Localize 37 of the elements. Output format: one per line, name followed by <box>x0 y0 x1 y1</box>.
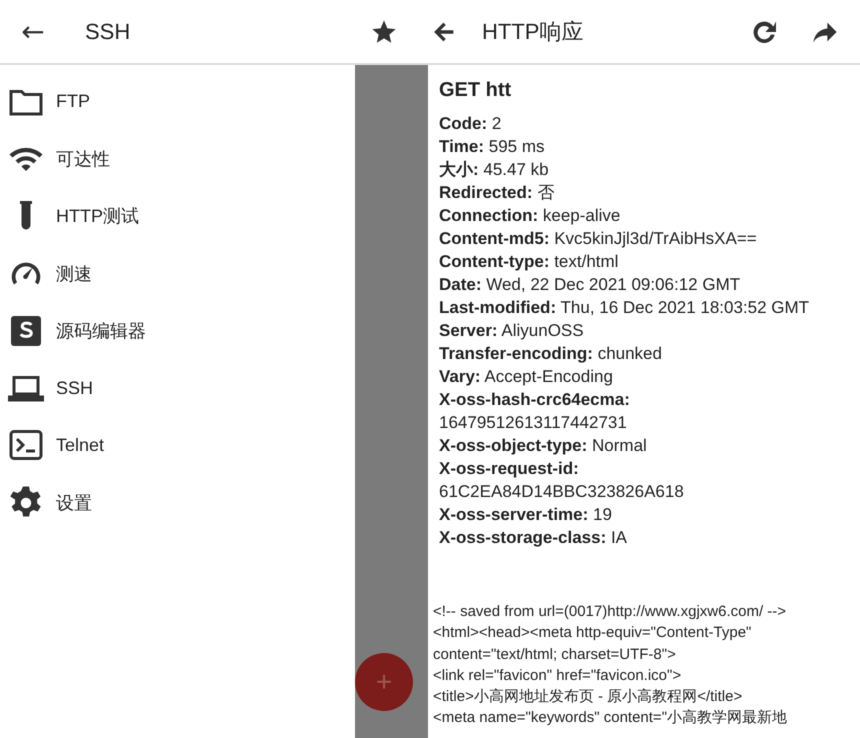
header-line: Time: 595 ms <box>439 136 546 158</box>
menu-item[interactable]: Telnet <box>0 416 355 474</box>
header-line: Last-modified: Thu, 16 Dec 2021 18:03:52 GMT <box>439 297 810 319</box>
header-line: X-oss-object-type: Normal <box>439 435 648 457</box>
header-line: X-oss-server-time: 19 <box>439 504 613 526</box>
menu-item[interactable]: 设置 <box>0 474 355 532</box>
header-line: Connection: keep-alive <box>439 205 622 227</box>
menu-item[interactable]: 可达性 <box>0 130 355 188</box>
header-line: X-oss-storage-class: IA <box>439 527 628 549</box>
screen-title: HTTP响应 <box>482 18 584 46</box>
menu-item[interactable]: SSH <box>0 359 355 417</box>
header-line: 61C2EA84D14BBC323826A618 <box>439 481 685 503</box>
source-line: <title>小高网地址发布页 - 原小高教程网</title> <box>433 687 744 708</box>
source-line: <meta name="keywords" content="小高教学网最新地 <box>433 708 788 728</box>
menu-item[interactable]: FTP <box>0 73 355 130</box>
menu-item[interactable]: 测速 <box>0 244 355 302</box>
source-line: <!-- saved from url=(0017)http://www.xgjxw6.com/ --> <box>433 602 788 622</box>
header-line: 16479512613117442731 <box>439 412 628 434</box>
header-line: Redirected: 否 <box>439 182 556 204</box>
menu-item[interactable]: HTTP测试 <box>0 188 355 245</box>
back-button[interactable]: ← <box>18 15 48 48</box>
header-line: X-oss-request-id: <box>439 458 580 480</box>
header-line: Date: Wed, 22 Dec 2021 09:06:12 GMT <box>439 274 742 296</box>
header-line: Vary: Accept-Encoding <box>439 366 614 388</box>
menu-item[interactable]: 源码编辑器 <box>0 302 355 360</box>
header-line: Transfer-encoding: chunked <box>439 343 663 365</box>
header-line: Content-md5: Kvc5kinJjl3d/TrAibHsXA== <box>439 228 758 250</box>
drawer-title: SSH <box>85 18 130 44</box>
header-line: 大小: 45.47 kb <box>439 159 550 181</box>
header-line: Content-type: text/html <box>439 251 620 273</box>
header-line: Server: AliyunOSS <box>439 320 585 342</box>
header-line: Code: 2 <box>439 113 502 135</box>
source-line: <link rel="favicon" href="favicon.ico"> <box>433 666 682 686</box>
source-line: <html><head><meta http-equiv="Content-Type" <box>433 623 752 644</box>
request-line: GET htt <box>439 79 512 102</box>
header-line: X-oss-hash-crc64ecma: <box>439 389 631 411</box>
source-line: content="text/html; charset=UTF-8"> <box>433 644 677 665</box>
